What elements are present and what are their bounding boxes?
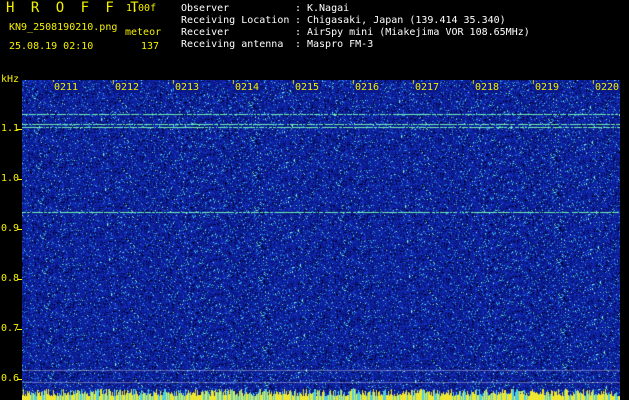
meta-value: Maspro FM-3 [307,39,374,50]
meta-row-observer: Observer: K.Nagai [181,3,349,15]
time-tick-label: 0215 [294,82,321,93]
meta-value: Chigasaki, Japan (139.414 35.340) [307,15,506,26]
time-tick-label: 0216 [354,82,381,93]
right-margin [620,80,629,400]
time-tick-label: 0220 [594,82,621,93]
meta-row-antenna: Receiving antenna: Maspro FM-3 [181,39,373,51]
spectrogram-canvas [22,80,620,400]
meta-separator: : [295,15,302,26]
time-tick-label: 0211 [53,82,80,93]
capture-datetime: 25.08.19 02:10 [9,41,94,52]
mode-label: meteor [125,27,162,38]
version-label: 1.00f [126,3,157,14]
waterfall-spectrogram [22,80,620,400]
time-tick-label: 0217 [414,82,441,93]
meta-key: Receiver [181,27,230,38]
meta-key: Observer [181,3,230,14]
meta-value: K.Nagai [307,3,350,14]
meta-separator: : [295,27,302,38]
meta-key: Receiving antenna [181,39,284,50]
header-panel: H R O F F T 1.00f KN9_2508190210.png met… [0,0,629,80]
detection-count: 137 [141,41,160,52]
time-tick-label: 0214 [234,82,261,93]
app-title: H R O F F T [6,0,143,16]
frequency-unit-label: kHz [1,74,20,85]
frequency-axis: kHz 1.1 1.0 0.9 0.8 0.7 0.6 [0,74,22,400]
time-tick-label: 0219 [534,82,561,93]
meta-separator: : [295,3,302,14]
meta-row-location: Receiving Location: Chigasaki, Japan (139… [181,15,506,27]
file-name: KN9_2508190210.png [9,22,118,33]
time-tick-label: 0212 [114,82,141,93]
time-tick-label: 0218 [474,82,501,93]
meta-key: Receiving Location [181,15,290,26]
meta-row-receiver: Receiver: AirSpy mini (Miakejima VOR 108.… [181,27,530,39]
meta-value: AirSpy mini (Miakejima VOR 108.65MHz) [307,27,530,38]
time-tick-label: 0213 [174,82,201,93]
meta-separator: : [295,39,302,50]
